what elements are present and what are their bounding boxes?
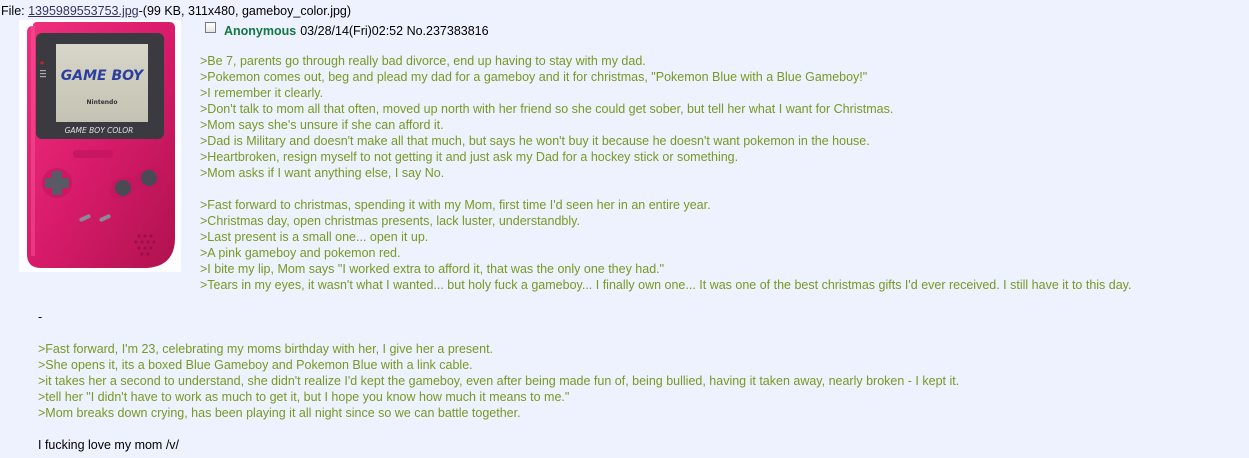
screen-nintendo-text: Nintendo (87, 99, 118, 106)
gameboy-image: GAME BOY Nintendo GAME BOY COLOR (27, 22, 175, 268)
greentext-line: >Pokemon comes out, beg and plead my dad… (200, 70, 868, 84)
greentext-line: >Fast forward to christmas, spending it … (200, 198, 711, 212)
post-datetime: 03/28/14(Fri)02:52 (300, 24, 404, 38)
greentext-line: >Dad is Military and doesn't make all th… (200, 134, 870, 148)
post-thumbnail[interactable]: GAME BOY Nintendo GAME BOY COLOR (19, 20, 181, 272)
screen-logo-text: GAME BOY (61, 68, 145, 84)
greentext-line: >Tears in my eyes, it wasn't what I want… (200, 278, 1132, 292)
file-details: -(99 KB, 311x480, gameboy_color.jpg) (138, 4, 352, 18)
post-number[interactable]: No.237383816 (407, 24, 489, 38)
separator-text: - (38, 310, 43, 324)
greentext-line: >Be 7, parents go through really bad div… (200, 54, 646, 68)
dpad-icon (42, 168, 72, 198)
greentext-line: >Heartbroken, resign myself to not getti… (200, 150, 739, 164)
greentext-line: >Mom says she's unsure if she can afford… (200, 118, 444, 132)
greentext-line: >I bite my lip, Mom says "I worked extra… (200, 262, 665, 276)
greentext-line: >A pink gameboy and pokemon red. (200, 246, 401, 260)
greentext-line: >Fast forward, I'm 23, celebrating my mo… (38, 342, 494, 356)
greentext-line: >tell her "I didn't have to work as much… (38, 390, 570, 404)
file-link[interactable]: 1395989553753.jpg (28, 4, 139, 18)
post-header: Anonymous 03/28/14(Fri)02:52 No.23738381… (205, 21, 489, 38)
greentext-line: >Mom asks if I want anything else, I say… (200, 166, 445, 180)
post-select-checkbox[interactable] (205, 21, 216, 33)
greentext-line: >it takes her a second to understand, sh… (38, 374, 960, 388)
poster-name: Anonymous (224, 24, 297, 38)
greentext-line: >Mom breaks down crying, has been playin… (38, 406, 521, 420)
greentext-line: >Last present is a small one... open it … (200, 230, 429, 244)
file-label: File: (1, 4, 25, 18)
model-label-text: GAME BOY COLOR (65, 126, 134, 135)
file-info-line: File: 1395989553753.jpg-(99 KB, 311x480,… (1, 4, 351, 18)
greentext-line: >She opens it, its a boxed Blue Gameboy … (38, 358, 473, 372)
closing-line: I fucking love my mom /v/ (38, 438, 180, 452)
greentext-line: >I remember it clearly. (200, 86, 324, 100)
greentext-line: >Christmas day, open christmas presents,… (200, 214, 580, 228)
greentext-line: >Don't talk to mom all that often, moved… (200, 102, 894, 116)
